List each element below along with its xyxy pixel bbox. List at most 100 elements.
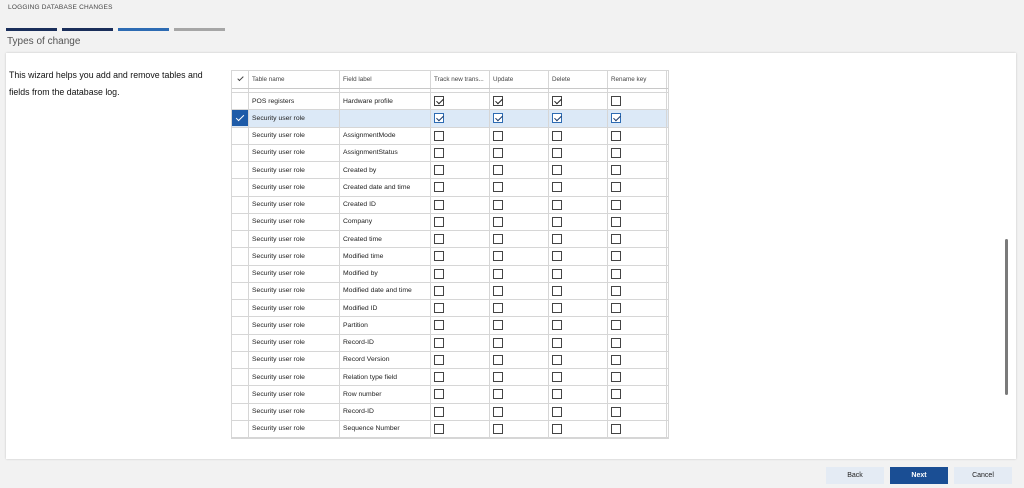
track-new-checkbox[interactable]: [434, 423, 444, 434]
table-row[interactable]: Security user role Created by: [232, 162, 668, 180]
track-new-checkbox[interactable]: [434, 199, 444, 210]
cancel-button[interactable]: Cancel: [954, 467, 1012, 484]
track-new-checkbox[interactable]: [434, 165, 444, 176]
row-selector[interactable]: [232, 317, 249, 334]
table-row[interactable]: Security user role Record Version: [232, 351, 668, 369]
track-new-checkbox[interactable]: [434, 285, 444, 296]
header-field-label[interactable]: Field label: [340, 71, 431, 88]
update-checkbox[interactable]: [493, 337, 503, 348]
rename-key-checkbox[interactable]: [611, 130, 621, 141]
delete-checkbox[interactable]: [552, 406, 562, 417]
rename-key-checkbox[interactable]: [611, 165, 621, 176]
track-new-checkbox[interactable]: [434, 320, 444, 331]
table-row[interactable]: Security user role Row number: [232, 386, 668, 404]
row-selector[interactable]: [232, 144, 249, 161]
track-new-checkbox[interactable]: [434, 406, 444, 417]
table-row[interactable]: Security user role Partition: [232, 317, 668, 335]
table-row[interactable]: Security user role Sequence Number: [232, 420, 668, 438]
row-selector[interactable]: [232, 110, 249, 127]
rename-key-checkbox[interactable]: [611, 113, 621, 124]
select-all-header[interactable]: [232, 71, 249, 88]
row-selector[interactable]: [232, 162, 249, 179]
track-new-checkbox[interactable]: [434, 337, 444, 348]
row-selector[interactable]: [232, 127, 249, 144]
delete-checkbox[interactable]: [552, 354, 562, 365]
track-new-checkbox[interactable]: [434, 113, 444, 124]
log-fields-grid[interactable]: Table name Field label Track new trans..…: [231, 70, 669, 439]
delete-checkbox[interactable]: [552, 423, 562, 434]
update-checkbox[interactable]: [493, 251, 503, 262]
table-row[interactable]: Security user role Modified time: [232, 248, 668, 266]
delete-checkbox[interactable]: [552, 165, 562, 176]
header-delete[interactable]: Delete: [549, 71, 608, 88]
delete-checkbox[interactable]: [552, 96, 562, 107]
row-selector[interactable]: [232, 231, 249, 248]
delete-checkbox[interactable]: [552, 234, 562, 245]
table-row[interactable]: Security user role Modified date and time: [232, 282, 668, 300]
delete-checkbox[interactable]: [552, 372, 562, 383]
delete-checkbox[interactable]: [552, 320, 562, 331]
delete-checkbox[interactable]: [552, 130, 562, 141]
table-row[interactable]: Security user role Modified by: [232, 265, 668, 283]
table-row[interactable]: Security user role: [232, 110, 668, 128]
track-new-checkbox[interactable]: [434, 216, 444, 227]
rename-key-checkbox[interactable]: [611, 199, 621, 210]
header-rename-key[interactable]: Rename key: [608, 71, 667, 88]
delete-checkbox[interactable]: [552, 285, 562, 296]
row-selector[interactable]: [232, 351, 249, 368]
rename-key-checkbox[interactable]: [611, 303, 621, 314]
table-row[interactable]: Security user role Record-ID: [232, 334, 668, 352]
back-button[interactable]: Back: [826, 467, 884, 484]
track-new-checkbox[interactable]: [434, 251, 444, 262]
track-new-checkbox[interactable]: [434, 234, 444, 245]
row-selector[interactable]: [232, 265, 249, 282]
row-selector[interactable]: [232, 420, 249, 437]
update-checkbox[interactable]: [493, 406, 503, 417]
track-new-checkbox[interactable]: [434, 354, 444, 365]
update-checkbox[interactable]: [493, 130, 503, 141]
row-selector[interactable]: [232, 282, 249, 299]
update-checkbox[interactable]: [493, 372, 503, 383]
track-new-checkbox[interactable]: [434, 147, 444, 158]
update-checkbox[interactable]: [493, 320, 503, 331]
delete-checkbox[interactable]: [552, 147, 562, 158]
update-checkbox[interactable]: [493, 389, 503, 400]
track-new-checkbox[interactable]: [434, 182, 444, 193]
row-selector[interactable]: [232, 403, 249, 420]
row-selector[interactable]: [232, 369, 249, 386]
track-new-checkbox[interactable]: [434, 130, 444, 141]
rename-key-checkbox[interactable]: [611, 337, 621, 348]
update-checkbox[interactable]: [493, 199, 503, 210]
header-table-name[interactable]: Table name: [249, 71, 340, 88]
row-selector[interactable]: [232, 93, 249, 110]
track-new-checkbox[interactable]: [434, 303, 444, 314]
delete-checkbox[interactable]: [552, 268, 562, 279]
rename-key-checkbox[interactable]: [611, 268, 621, 279]
table-row[interactable]: Security user role Created date and time: [232, 179, 668, 197]
row-selector[interactable]: [232, 386, 249, 403]
update-checkbox[interactable]: [493, 165, 503, 176]
rename-key-checkbox[interactable]: [611, 147, 621, 158]
track-new-checkbox[interactable]: [434, 268, 444, 279]
table-row[interactable]: Security user role Record-ID: [232, 403, 668, 421]
row-selector[interactable]: [232, 248, 249, 265]
table-row[interactable]: Security user role Relation type field: [232, 369, 668, 387]
rename-key-checkbox[interactable]: [611, 251, 621, 262]
table-row[interactable]: Security user role Created time: [232, 231, 668, 249]
update-checkbox[interactable]: [493, 303, 503, 314]
delete-checkbox[interactable]: [552, 216, 562, 227]
row-selector[interactable]: [232, 213, 249, 230]
update-checkbox[interactable]: [493, 182, 503, 193]
delete-checkbox[interactable]: [552, 389, 562, 400]
row-selector[interactable]: [232, 196, 249, 213]
row-selector[interactable]: [232, 179, 249, 196]
update-checkbox[interactable]: [493, 96, 503, 107]
update-checkbox[interactable]: [493, 216, 503, 227]
rename-key-checkbox[interactable]: [611, 320, 621, 331]
track-new-checkbox[interactable]: [434, 372, 444, 383]
delete-checkbox[interactable]: [552, 113, 562, 124]
table-row[interactable]: Security user role Modified ID: [232, 300, 668, 318]
update-checkbox[interactable]: [493, 354, 503, 365]
update-checkbox[interactable]: [493, 268, 503, 279]
table-row[interactable]: POS registers Hardware profile: [232, 93, 668, 111]
